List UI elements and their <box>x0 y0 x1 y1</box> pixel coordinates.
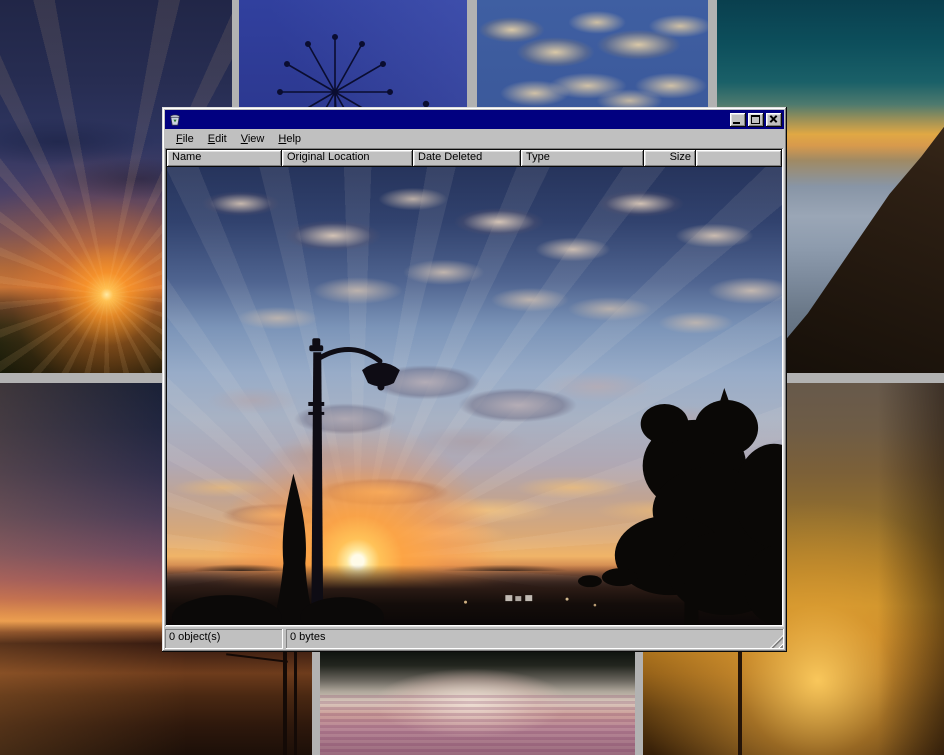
right-trees-silhouette <box>578 388 782 625</box>
menu-file[interactable]: File <box>170 131 200 147</box>
status-bar: 0 object(s) 0 bytes <box>165 629 784 649</box>
minimize-icon <box>733 122 740 124</box>
title-bar[interactable] <box>165 110 784 129</box>
menu-help[interactable]: Help <box>272 131 307 147</box>
menu-view[interactable]: View <box>235 131 271 147</box>
list-area-sunset-photo[interactable] <box>167 167 782 625</box>
street-lamp-silhouette <box>308 338 400 625</box>
column-header-name[interactable]: Name <box>167 150 282 167</box>
column-header-blank[interactable] <box>696 150 782 167</box>
column-header-row: Name Original Location Date Deleted Type… <box>167 150 782 167</box>
desktop: { "theme": { "titlebar_color": "#010080"… <box>0 0 944 755</box>
status-object-count: 0 object(s) <box>165 629 283 649</box>
lake-stick <box>226 653 288 663</box>
column-header-date-deleted[interactable]: Date Deleted <box>413 150 521 167</box>
maximize-icon <box>751 115 760 124</box>
close-button[interactable] <box>766 113 782 127</box>
maximize-button[interactable] <box>748 113 764 127</box>
status-byte-count: 0 bytes <box>286 629 784 649</box>
column-header-type[interactable]: Type <box>521 150 644 167</box>
cypress-tree-silhouette <box>172 474 384 625</box>
column-header-size[interactable]: Size <box>644 150 696 167</box>
menu-bar: File Edit View Help <box>165 129 784 148</box>
distant-town-lights <box>464 595 596 606</box>
close-icon <box>766 113 782 127</box>
recycle-bin-window: File Edit View Help Name Original Locati… <box>162 107 787 652</box>
window-controls <box>730 113 782 127</box>
minimize-button[interactable] <box>730 113 746 127</box>
lake-pole <box>294 641 297 755</box>
column-header-original-location[interactable]: Original Location <box>282 150 413 167</box>
recycle-bin-icon <box>168 113 182 127</box>
file-list-view[interactable]: Name Original Location Date Deleted Type… <box>165 148 784 627</box>
silhouette-overlay <box>167 167 782 625</box>
menu-edit[interactable]: Edit <box>202 131 233 147</box>
